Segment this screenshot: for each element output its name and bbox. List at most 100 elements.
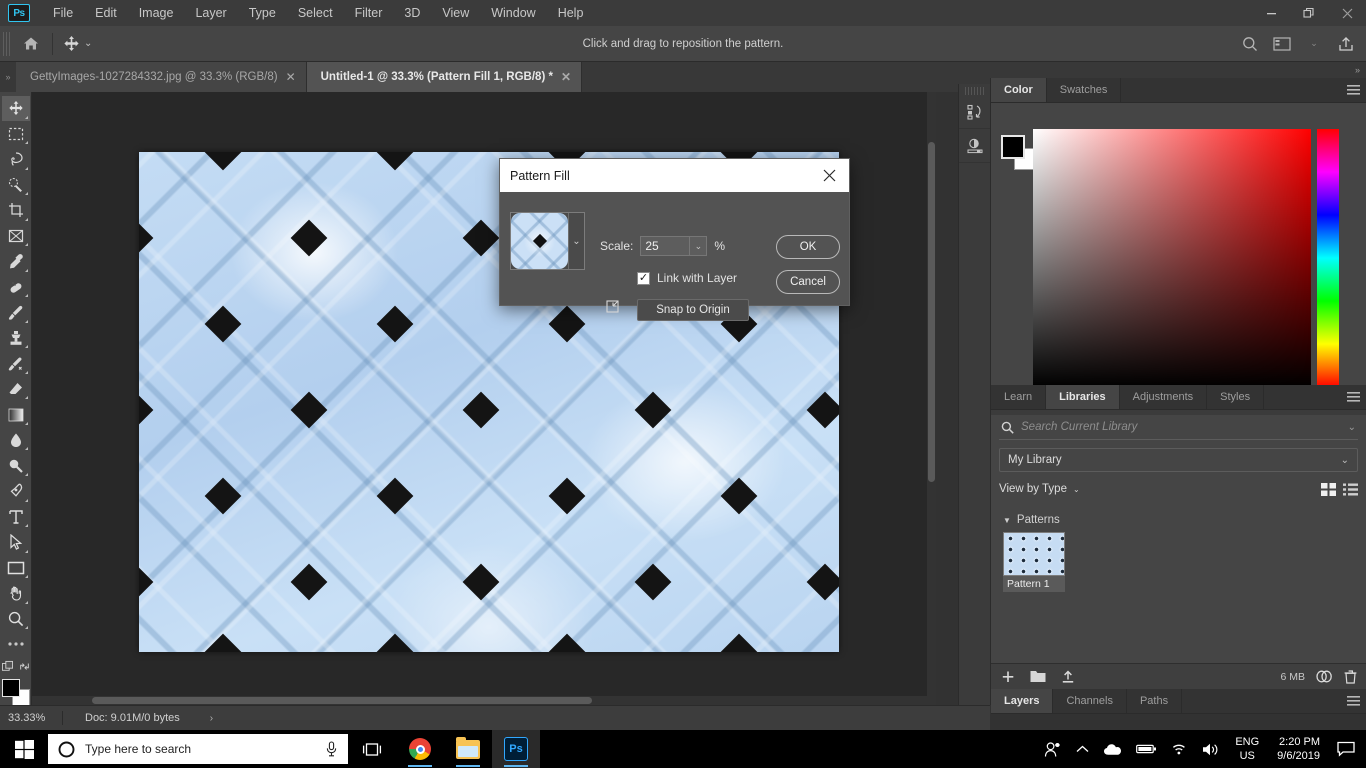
search-input[interactable]: Search Current Library <box>1021 421 1348 433</box>
eyedropper-tool[interactable] <box>2 249 30 274</box>
home-icon[interactable] <box>16 32 46 56</box>
brush-tool[interactable] <box>2 300 30 325</box>
canvas-vertical-scrollbar[interactable] <box>927 92 936 705</box>
status-expand-icon[interactable]: › <box>210 713 213 724</box>
foreground-color-chip[interactable] <box>1001 135 1025 159</box>
language-indicator[interactable]: ENG US <box>1227 735 1267 763</box>
chrome-taskbar-icon[interactable] <box>396 730 444 768</box>
upload-icon[interactable] <box>1061 670 1075 684</box>
taskbar-search-box[interactable]: Type here to search <box>48 734 348 764</box>
menu-select[interactable]: Select <box>287 0 344 26</box>
menu-window[interactable]: Window <box>480 0 546 26</box>
clone-stamp-tool[interactable] <box>2 326 30 351</box>
eraser-tool[interactable] <box>2 377 30 402</box>
chevron-down-icon[interactable]: ⌄ <box>1300 31 1328 57</box>
chevron-down-icon[interactable]: ⌄ <box>84 38 92 49</box>
ok-button[interactable]: OK <box>776 235 840 259</box>
workspace-icon[interactable] <box>1268 31 1296 57</box>
menu-file[interactable]: File <box>42 0 84 26</box>
type-tool[interactable] <box>2 505 30 530</box>
tab-libraries[interactable]: Libraries <box>1046 385 1120 409</box>
onedrive-icon[interactable] <box>1096 743 1129 756</box>
panel-menu-icon[interactable] <box>1340 385 1366 409</box>
options-bar-grip[interactable] <box>3 31 12 56</box>
close-icon[interactable]: ✕ <box>561 70 571 84</box>
frame-tool[interactable] <box>2 224 30 249</box>
menu-3d[interactable]: 3D <box>393 0 431 26</box>
color-panel[interactable] <box>991 103 1366 387</box>
pattern-picker[interactable]: ⌄ <box>510 212 585 270</box>
panel-menu-icon[interactable] <box>1340 689 1366 713</box>
cancel-button[interactable]: Cancel <box>776 270 840 294</box>
menu-edit[interactable]: Edit <box>84 0 128 26</box>
menu-image[interactable]: Image <box>128 0 185 26</box>
color-panel-swatches[interactable] <box>1001 135 1036 170</box>
clock[interactable]: 2:20 PM 9/6/2019 <box>1267 735 1330 763</box>
minimize-button[interactable] <box>1252 0 1290 26</box>
asset-thumbnail[interactable] <box>1003 532 1065 576</box>
close-icon[interactable] <box>820 169 839 182</box>
close-icon[interactable]: ✕ <box>286 70 296 84</box>
blur-tool[interactable] <box>2 428 30 453</box>
task-view-icon[interactable] <box>348 730 396 768</box>
hand-tool[interactable] <box>2 581 30 606</box>
quick-selection-tool[interactable] <box>2 173 30 198</box>
notifications-icon[interactable] <box>1330 741 1362 757</box>
dodge-tool[interactable] <box>2 453 30 478</box>
move-tool[interactable] <box>1 96 30 121</box>
healing-brush-tool[interactable] <box>2 275 30 300</box>
path-selection-tool[interactable] <box>2 530 30 555</box>
menu-type[interactable]: Type <box>238 0 287 26</box>
canvas-vertical-scroll-thumb[interactable] <box>928 142 935 482</box>
document-tab-untitled-1[interactable]: Untitled-1 @ 33.3% (Pattern Fill 1, RGB/… <box>306 62 583 92</box>
status-zoom-level[interactable]: 33.33% <box>0 712 62 724</box>
grid-view-icon[interactable] <box>1321 482 1336 496</box>
dock-grip[interactable] <box>965 87 984 95</box>
library-search-row[interactable]: Search Current Library ⌄ <box>999 415 1358 440</box>
snap-to-origin-button[interactable]: Snap to Origin <box>637 299 749 321</box>
list-view-icon[interactable] <box>1343 483 1358 496</box>
tab-learn[interactable]: Learn <box>991 385 1047 409</box>
tab-swatches[interactable]: Swatches <box>1046 78 1122 102</box>
rectangle-tool[interactable] <box>2 556 30 581</box>
foreground-background-colors[interactable] <box>1 678 30 707</box>
color-picker-field[interactable] <box>1033 129 1311 387</box>
rectangular-marquee-tool[interactable] <box>2 122 30 147</box>
folder-icon[interactable] <box>1030 670 1046 683</box>
add-icon[interactable] <box>1001 670 1015 684</box>
wifi-icon[interactable] <box>1164 742 1195 756</box>
pen-tool[interactable] <box>2 479 30 504</box>
menu-help[interactable]: Help <box>547 0 595 26</box>
pattern-dropdown-chevron-icon[interactable]: ⌄ <box>568 213 584 269</box>
link-with-layer-row[interactable]: ✓ Link with Layer <box>637 271 737 285</box>
close-button[interactable] <box>1328 0 1366 26</box>
hue-slider[interactable] <box>1317 129 1339 387</box>
scale-dropdown-chevron-icon[interactable]: ⌄ <box>690 236 708 256</box>
microphone-icon[interactable] <box>325 741 338 757</box>
tab-channels[interactable]: Channels <box>1053 689 1127 713</box>
right-dock-collapse[interactable]: » <box>990 62 1366 78</box>
show-hidden-icons-icon[interactable] <box>1069 745 1096 754</box>
menu-view[interactable]: View <box>431 0 480 26</box>
menu-layer[interactable]: Layer <box>184 0 237 26</box>
tab-paths[interactable]: Paths <box>1126 689 1183 713</box>
move-tool-options[interactable]: ⌄ <box>59 35 96 52</box>
tab-styles[interactable]: Styles <box>1207 385 1265 409</box>
share-icon[interactable] <box>1332 31 1360 57</box>
tab-color[interactable]: Color <box>991 78 1047 102</box>
chevron-down-icon[interactable]: ⌄ <box>1348 422 1356 433</box>
windows-start-icon[interactable] <box>0 730 48 768</box>
tab-bar-grip[interactable]: » <box>0 62 16 92</box>
volume-icon[interactable] <box>1195 742 1227 757</box>
creative-cloud-icon[interactable] <box>1316 670 1333 683</box>
scale-input[interactable]: 25 <box>640 236 691 256</box>
lasso-tool[interactable] <box>2 147 30 172</box>
canvas-horizontal-scrollbar[interactable] <box>32 696 927 705</box>
view-by-label[interactable]: View by Type <box>999 483 1067 495</box>
file-explorer-taskbar-icon[interactable] <box>444 730 492 768</box>
menu-filter[interactable]: Filter <box>344 0 394 26</box>
search-icon[interactable] <box>1236 31 1264 57</box>
people-icon[interactable] <box>1037 741 1069 758</box>
trash-icon[interactable] <box>1344 669 1357 684</box>
restore-button[interactable] <box>1290 0 1328 26</box>
